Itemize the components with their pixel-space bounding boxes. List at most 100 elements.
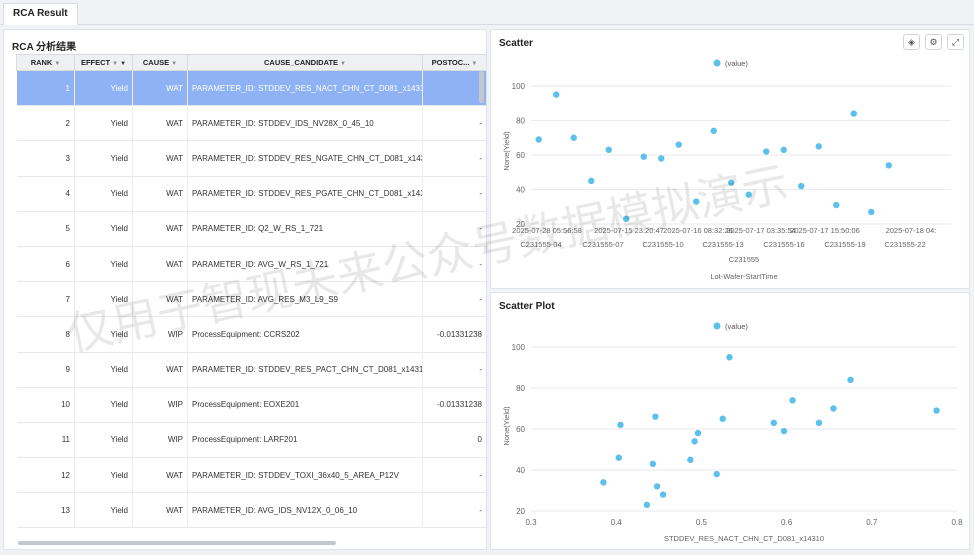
scatter-panel: Scatter ◈ ⚙ ⤢ (value) 20 40 60 80 100 None(Yie… (490, 29, 970, 289)
table-row[interactable]: 2 Yield WAT PARAMETER_ID: STDDEV_IDS_NV28X_… (16, 105, 486, 142)
cell-candidate: PARAMETER_ID: STDDEV_RES_NACT_CHN_CT_D08… (187, 70, 423, 107)
x-tick-label: 0.5 (696, 518, 708, 527)
table-row[interactable]: 5 Yield WAT PARAMETER_ID: Q2_W_RS_1_721- (16, 211, 486, 247)
cell-postoc: -0.01331238 (422, 387, 486, 423)
col-header-postoc[interactable]: POSTOC... ▼ (422, 54, 486, 71)
cell-effect: Yield (74, 457, 133, 494)
x-tick-label: 2025-07-18 04: (886, 226, 937, 235)
data-point (658, 155, 665, 162)
panel-title: RCA 分析结果 (12, 42, 77, 53)
cell-cause: WAT (132, 211, 188, 247)
cell-postoc: - (422, 140, 486, 177)
x-tick-label: C231555-07 (582, 240, 623, 249)
filter-icon: ▼ (120, 61, 127, 67)
table-row[interactable]: 6 Yield WAT PARAMETER_ID: AVG_W_RS_1_721- (16, 246, 486, 283)
y-tick-label: 100 (512, 343, 526, 352)
cell-cause: WAT (132, 352, 188, 388)
vertical-scrollbar[interactable] (479, 71, 484, 103)
x-tick-label: C231555-04 (520, 240, 561, 249)
data-point (815, 143, 822, 150)
data-point (726, 354, 733, 361)
cell-postoc: - (422, 352, 486, 388)
data-point (719, 415, 726, 422)
table-row[interactable]: 9 Yield WAT PARAMETER_ID: STDDEV_RES_PACT_C… (16, 352, 486, 388)
table-row[interactable]: 1 Yield WAT PARAMETER_ID: STDDEV_RES_NACT_C… (16, 70, 486, 107)
data-point (653, 483, 661, 490)
table-row[interactable]: 8 Yield WIP ProcessEquipment: CCRS202 -0.013… (16, 316, 486, 353)
cell-rank: 3 (16, 140, 75, 177)
data-point (694, 429, 702, 437)
data-point (605, 146, 612, 154)
table-header-row: RANK ▼ EFFECT ▼ ▼ CAUSE ▼ CAUSE_CANDIDATE ▼ P… (16, 54, 486, 71)
y-tick-label: 100 (512, 82, 526, 91)
data-point (600, 479, 607, 486)
data-point (770, 419, 778, 427)
cell-effect: Yield (74, 316, 133, 353)
horizontal-scrollbar[interactable] (18, 541, 336, 545)
col-header-cause[interactable]: CAUSE ▼ (132, 54, 188, 71)
cell-cause: WAT (132, 246, 188, 283)
table-row[interactable]: 4 Yield WAT PARAMETER_ID: STDDEV_RES_PGATE_… (16, 176, 486, 212)
col-header-effect[interactable]: EFFECT ▼ ▼ (74, 54, 133, 71)
cell-cause: WIP (132, 387, 188, 423)
cell-postoc: 0 (422, 422, 486, 459)
cell-postoc: -0.01331238 (422, 316, 486, 353)
x-tick-label: 2025-07-28 05:56:58 (512, 226, 582, 235)
data-point (643, 501, 651, 509)
data-point (615, 454, 622, 461)
data-point (617, 421, 624, 429)
y-tick-label: 60 (516, 151, 525, 160)
cell-postoc: - (422, 246, 486, 283)
cell-postoc: - (422, 176, 486, 212)
cell-rank: 5 (16, 211, 75, 247)
data-point (710, 127, 717, 135)
cell-cause: WAT (132, 176, 188, 212)
sort-icon: ▼ (340, 61, 346, 67)
x-tick-label: 0.6 (781, 518, 793, 527)
cell-rank: 6 (16, 246, 75, 283)
cell-candidate: ProcessEquipment: LARF201 (187, 422, 423, 459)
col-header-rank[interactable]: RANK ▼ (16, 54, 75, 71)
table-row[interactable]: 3 Yield WAT PARAMETER_ID: STDDEV_RES_NGATE_… (16, 140, 486, 177)
cell-effect: Yield (74, 176, 133, 212)
tab-bar: RCA Result (0, 0, 974, 25)
x-axis-label: Lot-Wafer-StartTime (710, 272, 777, 281)
cell-rank: 8 (16, 316, 75, 353)
data-point (815, 419, 823, 427)
cell-rank: 12 (16, 457, 75, 494)
cell-rank: 1 (16, 70, 75, 107)
table-row[interactable]: 12 Yield WAT PARAMETER_ID: STDDEV_TOXI_36x4… (16, 457, 486, 494)
data-point (850, 110, 857, 117)
data-point (780, 427, 788, 435)
table-row[interactable]: 10 Yield WIP ProcessEquipment: EOXE201 -0.01… (16, 387, 486, 423)
cell-postoc: - (422, 105, 486, 142)
cell-cause: WIP (132, 422, 188, 459)
data-point (847, 376, 854, 383)
col-header-cause-candidate[interactable]: CAUSE_CANDIDATE ▼ (187, 54, 423, 71)
x-tick-label: 0.4 (611, 518, 623, 527)
table-row[interactable]: 11 Yield WIP ProcessEquipment: LARF201 0 (16, 422, 486, 459)
cell-candidate: PARAMETER_ID: STDDEV_RES_PGATE_CHN_CT_D0… (187, 176, 423, 212)
sort-icon: ▼ (171, 61, 178, 67)
cell-effect: Yield (74, 140, 133, 177)
sort-icon: ▼ (54, 61, 61, 67)
cell-rank: 13 (16, 492, 75, 529)
table-row[interactable]: 7 Yield WAT PARAMETER_ID: AVG_RES_M3_L9_S9- (16, 281, 486, 318)
cell-effect: Yield (74, 352, 133, 388)
x-tick-label: 2025-07-16 08:32:26 (663, 226, 733, 235)
cell-candidate: PARAMETER_ID: STDDEV_IDS_NV28X_0_45_10 (187, 105, 423, 142)
tab-rca-result[interactable]: RCA Result (3, 3, 78, 25)
x-tick-label: 0.7 (866, 518, 878, 527)
sort-icon: ▼ (471, 61, 478, 67)
y-tick-label: 40 (516, 466, 525, 475)
cell-postoc: - (422, 70, 486, 107)
x-tick-label: 0.8 (951, 518, 963, 527)
data-point (868, 208, 875, 216)
x-tick-label: 2025-07-15 23:20:47 (594, 226, 664, 235)
cell-rank: 7 (16, 281, 75, 318)
table-row[interactable]: 13 Yield WAT PARAMETER_ID: AVG_IDS_NV12X_0_… (16, 492, 486, 529)
cell-effect: Yield (74, 492, 133, 529)
cell-candidate: ProcessEquipment: CCRS202 (187, 316, 423, 353)
rca-result-panel: RCA 分析结果 RANK ▼ EFFECT ▼ ▼ CAUSE ▼ CAUSE_CAN… (3, 29, 487, 550)
data-point (649, 460, 657, 468)
